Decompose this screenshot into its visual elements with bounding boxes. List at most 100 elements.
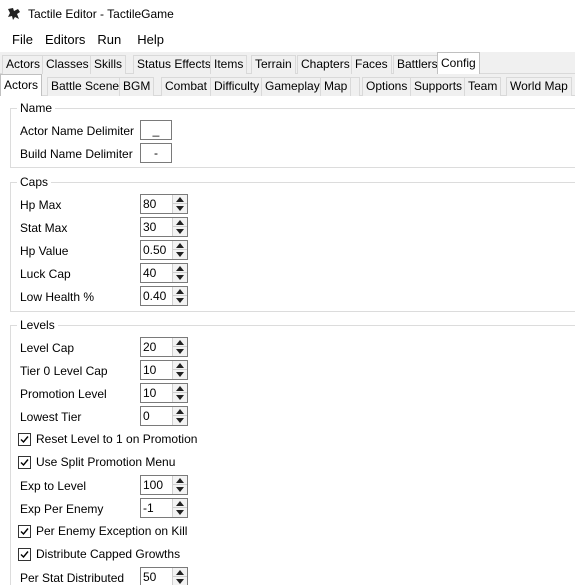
hp-max-value[interactable]: 80 (143, 196, 156, 212)
tab-actors[interactable]: Actors (2, 55, 45, 74)
level-cap-value[interactable]: 20 (143, 339, 156, 355)
spin-down-button[interactable] (173, 577, 187, 585)
caps-group-title: Caps (17, 175, 52, 189)
stat-max-value[interactable]: 30 (143, 219, 156, 235)
subtab-battle-scene[interactable]: Battle Scene (47, 77, 124, 96)
tab-terrain[interactable]: Terrain (251, 55, 296, 74)
spin-up-button[interactable] (173, 361, 187, 370)
spin-down-button[interactable] (173, 296, 187, 305)
split-promotion-checkbox[interactable] (18, 455, 31, 469)
spin-up-button[interactable] (173, 476, 187, 485)
menu-run[interactable]: Run (91, 29, 127, 51)
tab-battlers[interactable]: Battlers (393, 55, 442, 74)
level-cap-spinner[interactable]: 20 (140, 337, 188, 357)
exp-per-enemy-value[interactable]: -1 (143, 500, 154, 516)
lowest-tier-spinner[interactable]: 0 (140, 406, 188, 426)
spin-down-button[interactable] (173, 370, 187, 379)
checkmark-icon (20, 550, 29, 558)
spin-down-button[interactable] (173, 416, 187, 425)
window-title: Tactile Editor - TactileGame (28, 7, 174, 21)
subtab-world-map[interactable]: World Map (506, 77, 572, 96)
luck-cap-spinner[interactable]: 40 (140, 263, 188, 283)
tier0-level-cap-label: Tier 0 Level Cap (20, 364, 108, 378)
tab-items[interactable]: Items (210, 55, 248, 74)
arrow-up-icon (176, 363, 184, 368)
tier0-level-cap-value[interactable]: 10 (143, 362, 156, 378)
subtab-combat[interactable]: Combat (161, 77, 212, 96)
spin-up-button[interactable] (173, 568, 187, 577)
tab-skills[interactable]: Skills (90, 55, 127, 74)
subtab-team[interactable]: Team (464, 77, 502, 96)
reset-level-checkbox[interactable] (18, 432, 31, 446)
actors-config-panel: Name Actor Name Delimiter _ Build Name D… (0, 96, 575, 585)
title-bar: Tactile Editor - TactileGame (0, 0, 575, 28)
per-stat-distributed-value[interactable]: 50 (143, 569, 156, 585)
promotion-level-value[interactable]: 10 (143, 385, 156, 401)
reset-level-label: Reset Level to 1 on Promotion (36, 432, 198, 446)
menu-bar: File Editors Run Help (0, 28, 575, 52)
exp-per-enemy-label: Exp Per Enemy (20, 502, 104, 516)
spin-up-button[interactable] (173, 218, 187, 227)
subtab-blank[interactable] (350, 77, 360, 96)
menu-help[interactable]: Help (131, 29, 170, 51)
spin-buttons (172, 338, 187, 356)
tab-config[interactable]: Config (437, 52, 480, 74)
subtab-actors[interactable]: Actors (0, 74, 43, 96)
tab-classes[interactable]: Classes (42, 55, 93, 74)
spin-down-button[interactable] (173, 508, 187, 517)
actor-name-delimiter-field[interactable]: _ (140, 120, 172, 140)
per-enemy-exception-checkbox[interactable] (18, 524, 31, 538)
per-enemy-exception-checkbox-row[interactable]: Per Enemy Exception on Kill (18, 524, 187, 538)
exp-to-level-value[interactable]: 100 (143, 477, 163, 493)
spin-buttons (172, 568, 187, 585)
tab-status-effects[interactable]: Status Effects (133, 55, 215, 74)
subtab-gameplay[interactable]: Gameplay (261, 77, 324, 96)
luck-cap-value[interactable]: 40 (143, 265, 156, 281)
low-health-spinner[interactable]: 0.40 (140, 286, 188, 306)
spin-down-button[interactable] (173, 273, 187, 282)
hp-max-spinner[interactable]: 80 (140, 194, 188, 214)
spin-down-button[interactable] (173, 485, 187, 494)
distribute-capped-checkbox-row[interactable]: Distribute Capped Growths (18, 547, 180, 561)
promotion-level-spinner[interactable]: 10 (140, 383, 188, 403)
spin-up-button[interactable] (173, 264, 187, 273)
subtab-difficulty[interactable]: Difficulty (210, 77, 264, 96)
exp-to-level-spinner[interactable]: 100 (140, 475, 188, 495)
lowest-tier-value[interactable]: 0 (143, 408, 150, 424)
hp-value-value[interactable]: 0.50 (143, 242, 166, 258)
spin-up-button[interactable] (173, 499, 187, 508)
spin-buttons (172, 218, 187, 236)
spin-up-button[interactable] (173, 338, 187, 347)
low-health-value[interactable]: 0.40 (143, 288, 166, 304)
spin-up-button[interactable] (173, 287, 187, 296)
distribute-capped-checkbox[interactable] (18, 547, 31, 561)
spin-down-button[interactable] (173, 393, 187, 402)
arrow-down-icon (176, 418, 184, 423)
reset-level-checkbox-row[interactable]: Reset Level to 1 on Promotion (18, 432, 197, 446)
subtab-options[interactable]: Options (362, 77, 412, 96)
stat-max-spinner[interactable]: 30 (140, 217, 188, 237)
checkmark-icon (20, 435, 29, 443)
subtab-supports[interactable]: Supports (410, 77, 467, 96)
spin-up-button[interactable] (173, 241, 187, 250)
hp-value-spinner[interactable]: 0.50 (140, 240, 188, 260)
subtab-bgm[interactable]: BGM (119, 77, 155, 96)
spin-down-button[interactable] (173, 250, 187, 259)
spin-up-button[interactable] (173, 195, 187, 204)
per-stat-distributed-spinner[interactable]: 50 (140, 567, 188, 585)
build-name-delimiter-field[interactable]: - (140, 143, 172, 163)
menu-file[interactable]: File (6, 29, 39, 51)
menu-editors[interactable]: Editors (39, 29, 91, 51)
split-promotion-checkbox-row[interactable]: Use Split Promotion Menu (18, 455, 175, 469)
spin-buttons (172, 384, 187, 402)
tab-faces[interactable]: Faces (351, 55, 392, 74)
spin-up-button[interactable] (173, 384, 187, 393)
tier0-level-cap-spinner[interactable]: 10 (140, 360, 188, 380)
tab-chapters[interactable]: Chapters (297, 55, 354, 74)
spin-down-button[interactable] (173, 347, 187, 356)
exp-per-enemy-spinner[interactable]: -1 (140, 498, 188, 518)
subtab-map[interactable]: Map (320, 77, 352, 96)
spin-down-button[interactable] (173, 204, 187, 213)
spin-up-button[interactable] (173, 407, 187, 416)
spin-down-button[interactable] (173, 227, 187, 236)
